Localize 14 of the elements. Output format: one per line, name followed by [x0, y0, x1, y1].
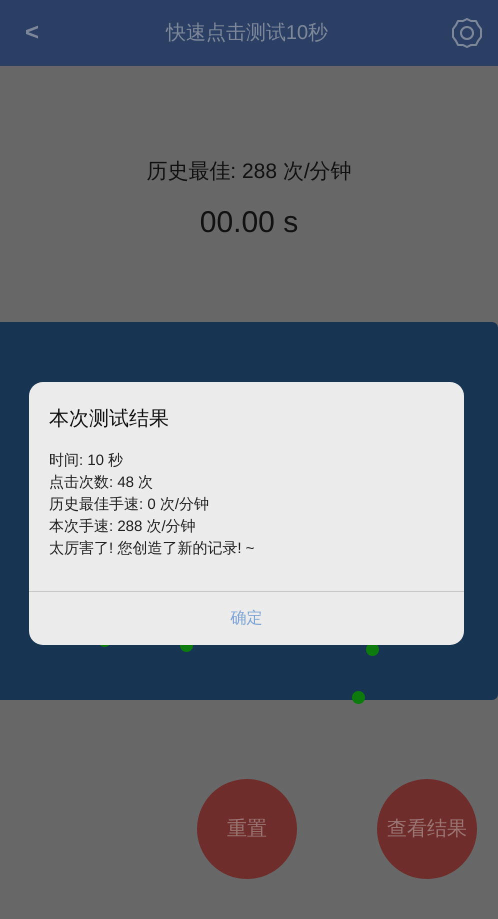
results-button[interactable]: 查看结果 [377, 779, 477, 879]
result-line: 太厉害了! 您创造了新的记录! ~ [49, 539, 256, 559]
result-line: 历史最佳手速: 0 次/分钟 [49, 495, 210, 515]
reset-button[interactable]: 重置 [197, 779, 297, 879]
back-button[interactable]: < [20, 17, 44, 49]
result-line: 点击次数: 48 次 [49, 473, 154, 493]
best-score: 历史最佳: 288 次/分钟 [146, 159, 352, 185]
dialog-title: 本次测试结果 [48, 407, 170, 432]
timer: 00.00 s [200, 204, 298, 240]
confirm-button[interactable]: 确定 [214, 602, 278, 634]
result-line: 本次手速: 288 次/分钟 [49, 517, 197, 537]
page-title: 快速点击测试10秒 [164, 21, 330, 46]
result-line: 时间: 10 秒 [49, 451, 124, 471]
settings-icon[interactable] [450, 16, 484, 50]
